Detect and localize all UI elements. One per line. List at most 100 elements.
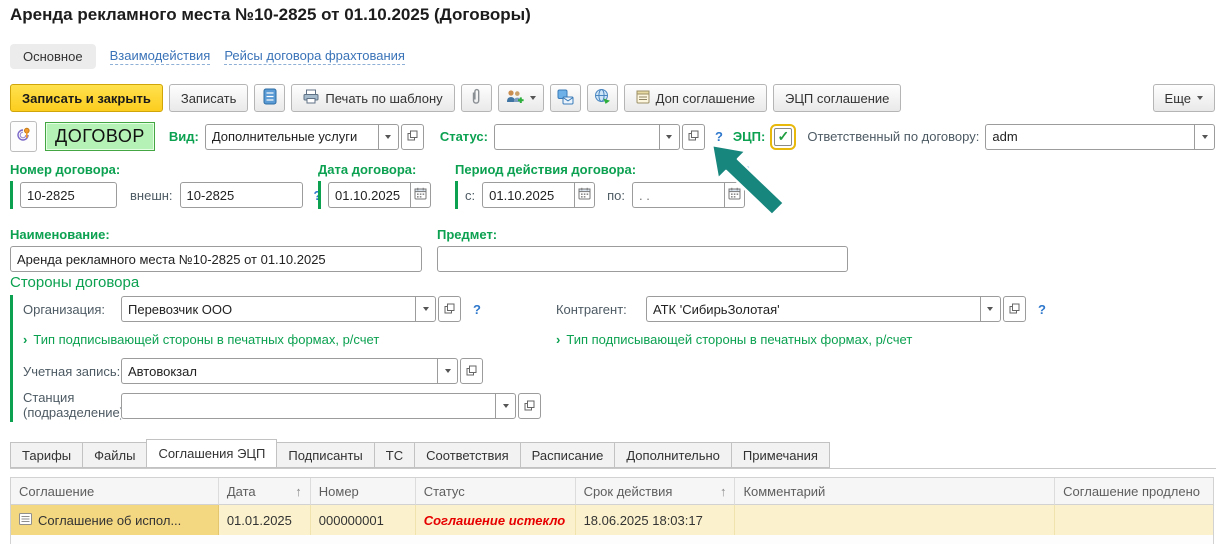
tab-interactions[interactable]: Взаимодействия [110, 48, 211, 65]
web-publish-button[interactable] [587, 84, 618, 112]
tab-files[interactable]: Файлы [82, 442, 147, 468]
tab-schedule[interactable]: Расписание [520, 442, 616, 468]
counterparty-field[interactable] [646, 296, 980, 322]
counterparty-help-icon[interactable]: ? [1038, 302, 1046, 317]
subject-field[interactable] [437, 246, 848, 272]
column-header-prolonged[interactable]: Соглашение продлено [1055, 478, 1213, 505]
save-button[interactable]: Записать [169, 84, 249, 112]
station-dropdown-button[interactable] [495, 393, 516, 419]
signature-status-button[interactable] [10, 121, 37, 152]
table-header-row: Соглашение Дата↑ Номер Статус Срок дейст… [11, 478, 1213, 505]
sort-asc-icon: ↑ [295, 484, 302, 499]
status-help-icon[interactable]: ? [715, 129, 723, 144]
attachments-button[interactable] [461, 84, 492, 112]
calendar-icon [728, 187, 741, 203]
agreements-table: Соглашение Дата↑ Номер Статус Срок дейст… [10, 477, 1214, 544]
external-number-field[interactable] [180, 182, 303, 208]
tab-additional[interactable]: Дополнительно [614, 442, 732, 468]
cell-agreement[interactable]: Соглашение об испол... [11, 505, 219, 535]
kind-field[interactable] [205, 124, 378, 150]
counterparty-dropdown-button[interactable] [980, 296, 1001, 322]
counterparty-open-button[interactable] [1003, 296, 1026, 322]
printer-icon [303, 89, 319, 107]
detail-tabs: Тарифы Файлы Соглашения ЭЦП Подписанты Т… [10, 440, 830, 468]
account-combobox [121, 358, 483, 384]
period-from-field[interactable] [482, 182, 574, 208]
responsible-field[interactable] [985, 124, 1194, 150]
status-open-button[interactable] [682, 124, 705, 150]
cell-date[interactable]: 01.01.2025 [219, 505, 311, 535]
column-header-date[interactable]: Дата↑ [219, 478, 311, 505]
extra-agreement-button[interactable]: Доп соглашение [624, 84, 767, 112]
save-close-button[interactable]: Записать и закрыть [10, 84, 163, 112]
date-calendar-button[interactable] [410, 182, 431, 208]
status-field[interactable] [494, 124, 659, 150]
number-field[interactable] [20, 182, 117, 208]
eds-agreement-button[interactable]: ЭЦП соглашение [773, 84, 901, 112]
tab-eds-agreements[interactable]: Соглашения ЭЦП [146, 439, 277, 468]
more-button[interactable]: Еще [1153, 84, 1215, 112]
chevron-right-icon: › [23, 332, 27, 347]
kind-dropdown-button[interactable] [378, 124, 399, 150]
add-contact-people-icon [505, 89, 524, 108]
tab-charter-trips[interactable]: Рейсы договора фрахтования [224, 48, 405, 65]
tab-main[interactable]: Основное [10, 44, 96, 69]
organization-help-icon[interactable]: ? [473, 302, 481, 317]
kind-label: Вид: [169, 129, 199, 144]
parties-section-header: Стороны договора [10, 274, 139, 291]
open-icon [688, 129, 699, 144]
notepad-icon [636, 89, 650, 107]
open-icon [524, 399, 535, 414]
responsible-dropdown-button[interactable] [1194, 124, 1215, 150]
tab-signers[interactable]: Подписанты [276, 442, 374, 468]
station-field[interactable] [121, 393, 495, 419]
signature-swirl-icon [15, 126, 32, 148]
station-open-button[interactable] [518, 393, 541, 419]
account-dropdown-button[interactable] [437, 358, 458, 384]
period-to-field[interactable] [632, 182, 724, 208]
tab-correspondences[interactable]: Соответствия [414, 442, 521, 468]
period-to-calendar-button[interactable] [724, 182, 745, 208]
contract-header-row: ДОГОВОР Вид: Статус: ? ЭЦП: ✓ Ответствен… [10, 121, 1215, 152]
account-open-button[interactable] [460, 358, 483, 384]
cell-prolonged[interactable] [1055, 505, 1213, 535]
column-header-agreement[interactable]: Соглашение [11, 478, 219, 505]
open-icon [407, 129, 418, 144]
column-header-comment[interactable]: Комментарий [735, 478, 1055, 505]
document-icon [19, 513, 32, 528]
date-field[interactable] [328, 182, 410, 208]
status-dropdown-button[interactable] [659, 124, 680, 150]
nav-tabs: Основное Взаимодействия Рейсы договора ф… [10, 43, 405, 70]
tab-notes[interactable]: Примечания [731, 442, 830, 468]
contacts-create-menu-button[interactable] [498, 84, 544, 112]
cell-number[interactable]: 000000001 [311, 505, 416, 535]
page-title: Аренда рекламного места №10-2825 от 01.1… [10, 5, 531, 25]
organization-field[interactable] [121, 296, 415, 322]
cell-term[interactable]: 18.06.2025 18:03:17 [576, 505, 736, 535]
station-combobox [121, 393, 541, 419]
period-from-calendar-button[interactable] [574, 182, 595, 208]
period-label: Период действия договора: [455, 162, 745, 177]
column-header-status[interactable]: Статус [416, 478, 576, 505]
eds-checkbox[interactable]: ✓ [774, 128, 792, 146]
period-help-icon[interactable]: ? [742, 163, 750, 178]
org-signer-type-link[interactable]: › Тип подписывающей стороны в печатных ф… [23, 332, 556, 347]
name-field[interactable] [10, 246, 422, 272]
table-row[interactable]: Соглашение об испол... 01.01.2025 000000… [11, 505, 1213, 535]
account-field[interactable] [121, 358, 437, 384]
tab-vehicles[interactable]: ТС [374, 442, 415, 468]
cell-comment[interactable] [735, 505, 1055, 535]
kind-open-button[interactable] [401, 124, 424, 150]
subordination-structure-button[interactable] [254, 84, 285, 112]
tab-tariffs[interactable]: Тарифы [10, 442, 83, 468]
column-header-term[interactable]: Срок действия↑ [576, 478, 736, 505]
organization-dropdown-button[interactable] [415, 296, 436, 322]
counterparty-signer-type-link[interactable]: › Тип подписывающей стороны в печатных ф… [556, 332, 912, 347]
print-template-button[interactable]: Печать по шаблону [291, 84, 454, 112]
cell-status[interactable]: Соглашение истекло [416, 505, 576, 535]
contract-type-badge: ДОГОВОР [45, 122, 155, 151]
column-header-number[interactable]: Номер [311, 478, 416, 505]
send-copy-button[interactable] [550, 84, 581, 112]
organization-open-button[interactable] [438, 296, 461, 322]
organization-combobox [121, 296, 461, 322]
